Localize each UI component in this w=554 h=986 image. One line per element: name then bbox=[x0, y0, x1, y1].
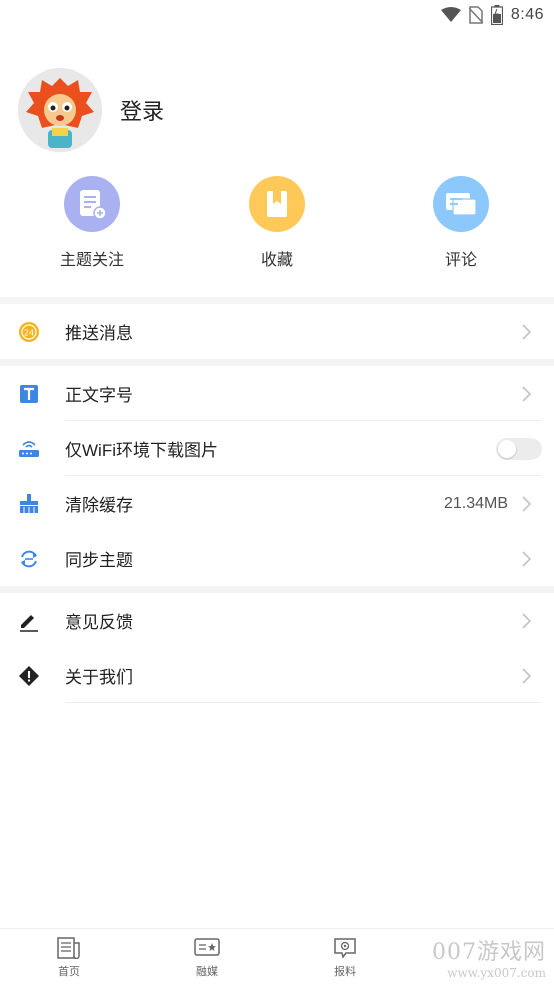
section-divider bbox=[0, 297, 554, 304]
avatar[interactable] bbox=[18, 68, 102, 152]
svg-text:24: 24 bbox=[24, 328, 34, 337]
tab-media[interactable]: 融媒 bbox=[167, 937, 247, 979]
favorites-button[interactable]: 收藏 bbox=[217, 176, 337, 270]
clear-cache-row[interactable]: 清除缓存 21.34MB bbox=[0, 476, 554, 531]
row-divider bbox=[65, 702, 542, 703]
home-news-icon bbox=[57, 937, 80, 959]
report-icon bbox=[334, 938, 356, 959]
text-size-icon bbox=[18, 383, 40, 405]
comments-button[interactable]: 评论 bbox=[401, 176, 521, 270]
clear-cache-label: 清除缓存 bbox=[65, 496, 133, 515]
chevron-right-icon bbox=[522, 323, 532, 340]
chevron-right-icon bbox=[522, 495, 532, 512]
pencil-icon bbox=[18, 610, 40, 632]
tab-report-label: 报料 bbox=[334, 966, 356, 978]
info-diamond-icon bbox=[18, 665, 40, 687]
wifi-images-toggle[interactable] bbox=[496, 437, 542, 460]
quick-actions: 主题关注 收藏 评论 bbox=[0, 176, 554, 276]
about-us-row[interactable]: 关于我们 bbox=[0, 648, 554, 703]
section-divider bbox=[0, 586, 554, 593]
topic-follow-icon bbox=[64, 176, 120, 232]
chevron-right-icon bbox=[522, 612, 532, 629]
status-time: 8:46 bbox=[510, 6, 544, 23]
mascot-avatar-image bbox=[18, 68, 102, 152]
watermark: 007游戏网 www.yx007.com bbox=[432, 934, 546, 980]
section-divider bbox=[0, 359, 554, 366]
push-messages-row[interactable]: 24 推送消息 bbox=[0, 304, 554, 359]
media-icon bbox=[194, 938, 220, 956]
push-messages-label: 推送消息 bbox=[65, 324, 133, 343]
watermark-url: www.yx007.com bbox=[447, 966, 546, 980]
favorites-icon bbox=[249, 176, 305, 232]
feedback-row[interactable]: 意见反馈 bbox=[0, 593, 554, 648]
sync-icon bbox=[18, 548, 40, 570]
push-24-icon: 24 bbox=[18, 321, 40, 343]
profile-header[interactable]: 登录 bbox=[18, 68, 164, 152]
watermark-title: 007游戏网 bbox=[432, 940, 546, 965]
favorites-label: 收藏 bbox=[260, 252, 293, 269]
tab-home-label: 首页 bbox=[58, 966, 80, 978]
chevron-right-icon bbox=[522, 667, 532, 684]
wifi-images-label: 仅WiFi环境下载图片 bbox=[65, 441, 218, 460]
font-size-row[interactable]: 正文字号 bbox=[0, 366, 554, 421]
comments-label: 评论 bbox=[444, 252, 477, 269]
router-icon bbox=[18, 438, 40, 460]
no-sim-icon bbox=[468, 6, 483, 24]
tab-media-label: 融媒 bbox=[196, 966, 218, 978]
topic-follow-label: 主题关注 bbox=[59, 252, 124, 269]
tab-report[interactable]: 报料 bbox=[305, 937, 385, 979]
feedback-label: 意见反馈 bbox=[65, 613, 133, 632]
cache-size-value: 21.34MB bbox=[443, 494, 508, 512]
chevron-right-icon bbox=[522, 385, 532, 402]
toggle-knob bbox=[498, 439, 516, 458]
login-label[interactable]: 登录 bbox=[120, 94, 164, 126]
tab-home[interactable]: 首页 bbox=[29, 937, 109, 979]
sync-topics-row[interactable]: 同步主题 bbox=[0, 531, 554, 586]
font-size-label: 正文字号 bbox=[65, 386, 133, 405]
topic-follow-button[interactable]: 主题关注 bbox=[32, 176, 152, 270]
wifi-icon bbox=[440, 7, 461, 22]
battery-icon bbox=[490, 5, 503, 25]
chevron-right-icon bbox=[522, 550, 532, 567]
wifi-images-row: 仅WiFi环境下载图片 bbox=[0, 421, 554, 476]
broom-icon bbox=[18, 493, 40, 515]
sync-topics-label: 同步主题 bbox=[65, 551, 133, 570]
status-bar: 8:46 bbox=[0, 0, 554, 30]
about-us-label: 关于我们 bbox=[65, 668, 133, 687]
comments-icon bbox=[433, 176, 489, 232]
